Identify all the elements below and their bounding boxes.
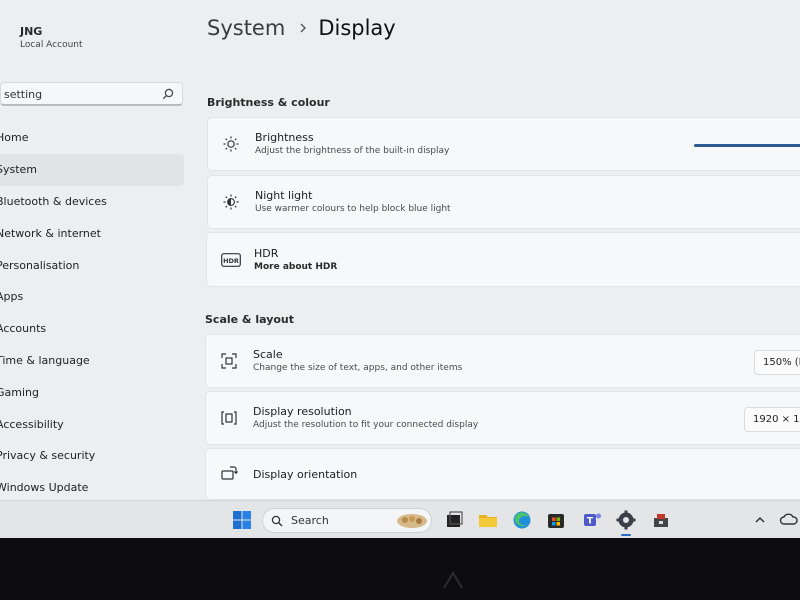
display-orientation-card[interactable]: Display orientation xyxy=(205,448,800,500)
taskbar-search-label: Search xyxy=(291,514,329,527)
sidebar-item-network-internet[interactable]: Network & internet xyxy=(0,217,184,249)
sidebar-item-system[interactable]: System xyxy=(0,153,184,186)
sidebar-item-label: Home xyxy=(0,131,29,145)
breadcrumb: System Display xyxy=(207,16,396,40)
task-view-icon[interactable] xyxy=(443,509,465,531)
night-light-subtitle: Use warmer colours to help block blue li… xyxy=(255,204,451,214)
sun-icon xyxy=(223,136,239,152)
search-icon xyxy=(271,515,283,527)
hdr-card[interactable]: HDR HDR More about HDR xyxy=(206,232,800,287)
display-resolution-dropdown[interactable]: 1920 × 108 xyxy=(744,407,800,432)
sidebar-item-label: Personalisation xyxy=(0,258,80,272)
file-explorer-icon[interactable] xyxy=(477,509,499,531)
search-icon[interactable] xyxy=(162,88,174,100)
user-name: JNG xyxy=(20,25,43,38)
chevron-up-icon[interactable] xyxy=(752,509,768,531)
app-icon[interactable] xyxy=(650,509,672,531)
sidebar-item-label: Bluetooth & devices xyxy=(0,194,107,208)
edge-icon[interactable] xyxy=(511,509,533,531)
sidebar-item-label: Accounts xyxy=(0,322,47,336)
sidebar-item-personalisation[interactable]: Personalisation xyxy=(0,249,184,281)
sidebar-item-label: Windows Update xyxy=(0,481,89,495)
sidebar-item-label: System xyxy=(0,163,38,177)
brightness-slider[interactable] xyxy=(694,144,800,147)
section-title-brightness-colour: Brightness & colour xyxy=(207,96,330,109)
account-type: Local Account xyxy=(20,40,83,50)
sidebar-nav: Home System Bluetooth & devices Network … xyxy=(0,122,184,504)
scale-dropdown[interactable]: 150% (R xyxy=(754,350,800,375)
sidebar-item-label: Accessibility xyxy=(0,417,64,431)
brightness-card[interactable]: Brightness Adjust the brightness of the … xyxy=(207,117,800,171)
settings-icon[interactable] xyxy=(615,509,637,531)
section-title-scale-layout: Scale & layout xyxy=(205,313,295,326)
scale-icon xyxy=(221,353,237,369)
scale-title: Scale xyxy=(253,348,283,361)
sidebar-item-label: Privacy & security xyxy=(0,449,96,463)
sidebar-item-label: Time & language xyxy=(0,353,90,367)
laptop-logo-icon xyxy=(443,571,463,589)
search-highlight-icon xyxy=(397,514,427,528)
page-title: Display xyxy=(318,16,396,40)
sidebar-item-gaming[interactable]: Gaming xyxy=(0,376,184,408)
hdr-title: HDR xyxy=(254,247,279,260)
teams-icon[interactable]: T xyxy=(581,509,603,531)
sidebar-item-time-language[interactable]: Time & language xyxy=(0,345,184,377)
svg-text:HDR: HDR xyxy=(223,257,239,265)
hdr-icon: HDR xyxy=(221,253,241,267)
sidebar-item-accessibility[interactable]: Accessibility xyxy=(0,408,184,440)
display-resolution-title: Display resolution xyxy=(253,405,352,418)
resolution-icon xyxy=(221,411,237,425)
taskbar: Search T xyxy=(0,500,800,538)
night-light-title: Night light xyxy=(255,189,313,202)
taskbar-search-box[interactable]: Search xyxy=(262,508,432,533)
sidebar-item-home[interactable]: Home xyxy=(0,122,184,154)
brightness-subtitle: Adjust the brightness of the built-in di… xyxy=(255,146,450,156)
orientation-icon xyxy=(221,466,238,480)
sidebar-item-label: Apps xyxy=(0,290,24,304)
sidebar-item-label: Network & internet xyxy=(0,226,101,240)
sidebar-item-accounts[interactable]: Accounts xyxy=(0,313,184,345)
display-orientation-title: Display orientation xyxy=(253,468,358,481)
chevron-right-icon xyxy=(300,23,307,33)
display-resolution-subtitle: Adjust the resolution to fit your connec… xyxy=(253,420,479,430)
scale-subtitle: Change the size of text, apps, and other… xyxy=(253,363,463,373)
display-resolution-card[interactable]: Display resolution Adjust the resolution… xyxy=(205,391,800,445)
svg-text:T: T xyxy=(587,517,594,527)
hdr-more-link[interactable]: More about HDR xyxy=(254,262,337,272)
sidebar-item-privacy-security[interactable]: Privacy & security xyxy=(0,440,184,472)
sidebar-item-bluetooth-devices[interactable]: Bluetooth & devices xyxy=(0,186,184,218)
settings-search-box[interactable] xyxy=(0,82,183,106)
settings-window: JNG Local Account Home System Bluetooth … xyxy=(0,0,800,538)
scale-card[interactable]: Scale Change the size of text, apps, and… xyxy=(205,334,800,388)
brightness-title: Brightness xyxy=(255,131,314,144)
settings-search-input[interactable] xyxy=(4,86,154,102)
cloud-icon[interactable] xyxy=(778,509,800,531)
night-light-card[interactable]: Night light Use warmer colours to help b… xyxy=(207,175,800,229)
sidebar-item-label: Gaming xyxy=(0,385,39,399)
breadcrumb-parent[interactable]: System xyxy=(207,16,285,40)
night-light-icon xyxy=(223,194,239,210)
store-icon[interactable] xyxy=(545,509,567,531)
sidebar-item-windows-update[interactable]: Windows Update xyxy=(0,472,184,504)
settings-running-indicator xyxy=(621,534,631,536)
sidebar-item-apps[interactable]: Apps xyxy=(0,281,184,313)
windows-start-icon[interactable] xyxy=(231,509,253,531)
